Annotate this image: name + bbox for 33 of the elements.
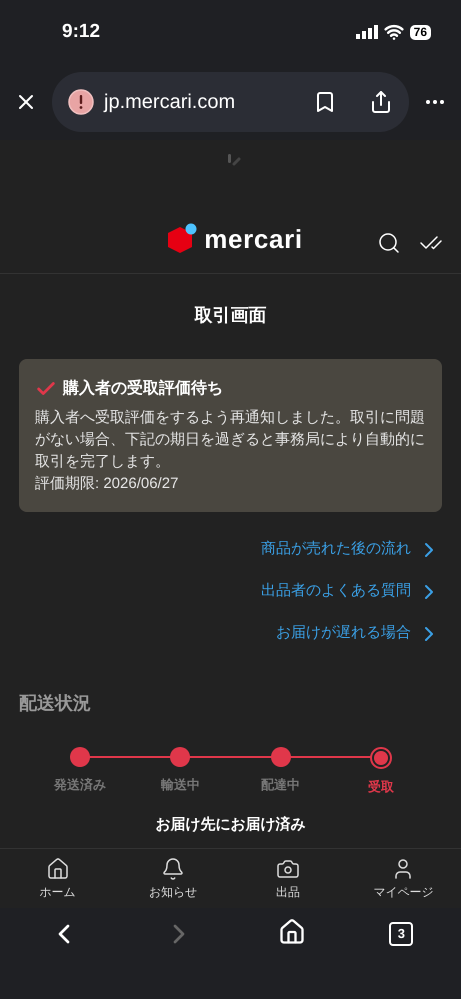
nav-tab[interactable]: ホーム bbox=[0, 849, 116, 908]
url-text: jp.mercari.com bbox=[104, 90, 236, 115]
step-label: 輸送中 bbox=[160, 776, 200, 794]
status-time: 9:12 bbox=[62, 20, 100, 44]
help-link[interactable]: お届けが遅れる場合 bbox=[276, 622, 441, 646]
loading-icon bbox=[228, 154, 242, 166]
step-label: 発送済み bbox=[54, 776, 106, 794]
logo-icon bbox=[166, 223, 198, 255]
address-bar[interactable]: jp.mercari.com bbox=[52, 72, 409, 132]
step-label: 受取 bbox=[368, 778, 394, 796]
nav-tab[interactable]: 出品 bbox=[230, 849, 346, 908]
notice-text: 購入者へ受取評価をするよう再通知しました。取引に問題がない場合、下記の期日を過ぎると事務局により自動的に取引を完了します。 bbox=[35, 408, 426, 472]
home-icon[interactable] bbox=[278, 918, 306, 946]
search-icon[interactable] bbox=[377, 231, 401, 255]
bell-icon bbox=[160, 856, 185, 880]
deadline-text: 評価期限: 2026/06/27 bbox=[35, 474, 180, 494]
section-title: 配送状況 bbox=[18, 692, 92, 714]
signal-icon bbox=[356, 25, 378, 39]
page-title: 取引画面 bbox=[194, 304, 266, 327]
help-link[interactable]: 商品が売れた後の流れ bbox=[261, 538, 441, 562]
notice-title: 購入者の受取評価待ち bbox=[63, 378, 223, 399]
battery-level: 76 bbox=[410, 24, 431, 40]
help-link[interactable]: 出品者のよくある質問 bbox=[261, 580, 441, 604]
warning-icon[interactable] bbox=[68, 89, 94, 115]
logo-text: mercari bbox=[204, 226, 303, 252]
delivery-status: お届け先にお届け済み bbox=[156, 815, 306, 835]
home-icon bbox=[46, 856, 70, 880]
wifi-icon bbox=[384, 22, 404, 42]
tabs-button[interactable]: 3 bbox=[389, 922, 414, 946]
nav-tab[interactable]: お知らせ bbox=[115, 849, 230, 908]
step-label: 配達中 bbox=[261, 776, 300, 794]
share-icon[interactable] bbox=[369, 90, 393, 114]
nav-tab[interactable]: マイページ bbox=[346, 849, 461, 908]
